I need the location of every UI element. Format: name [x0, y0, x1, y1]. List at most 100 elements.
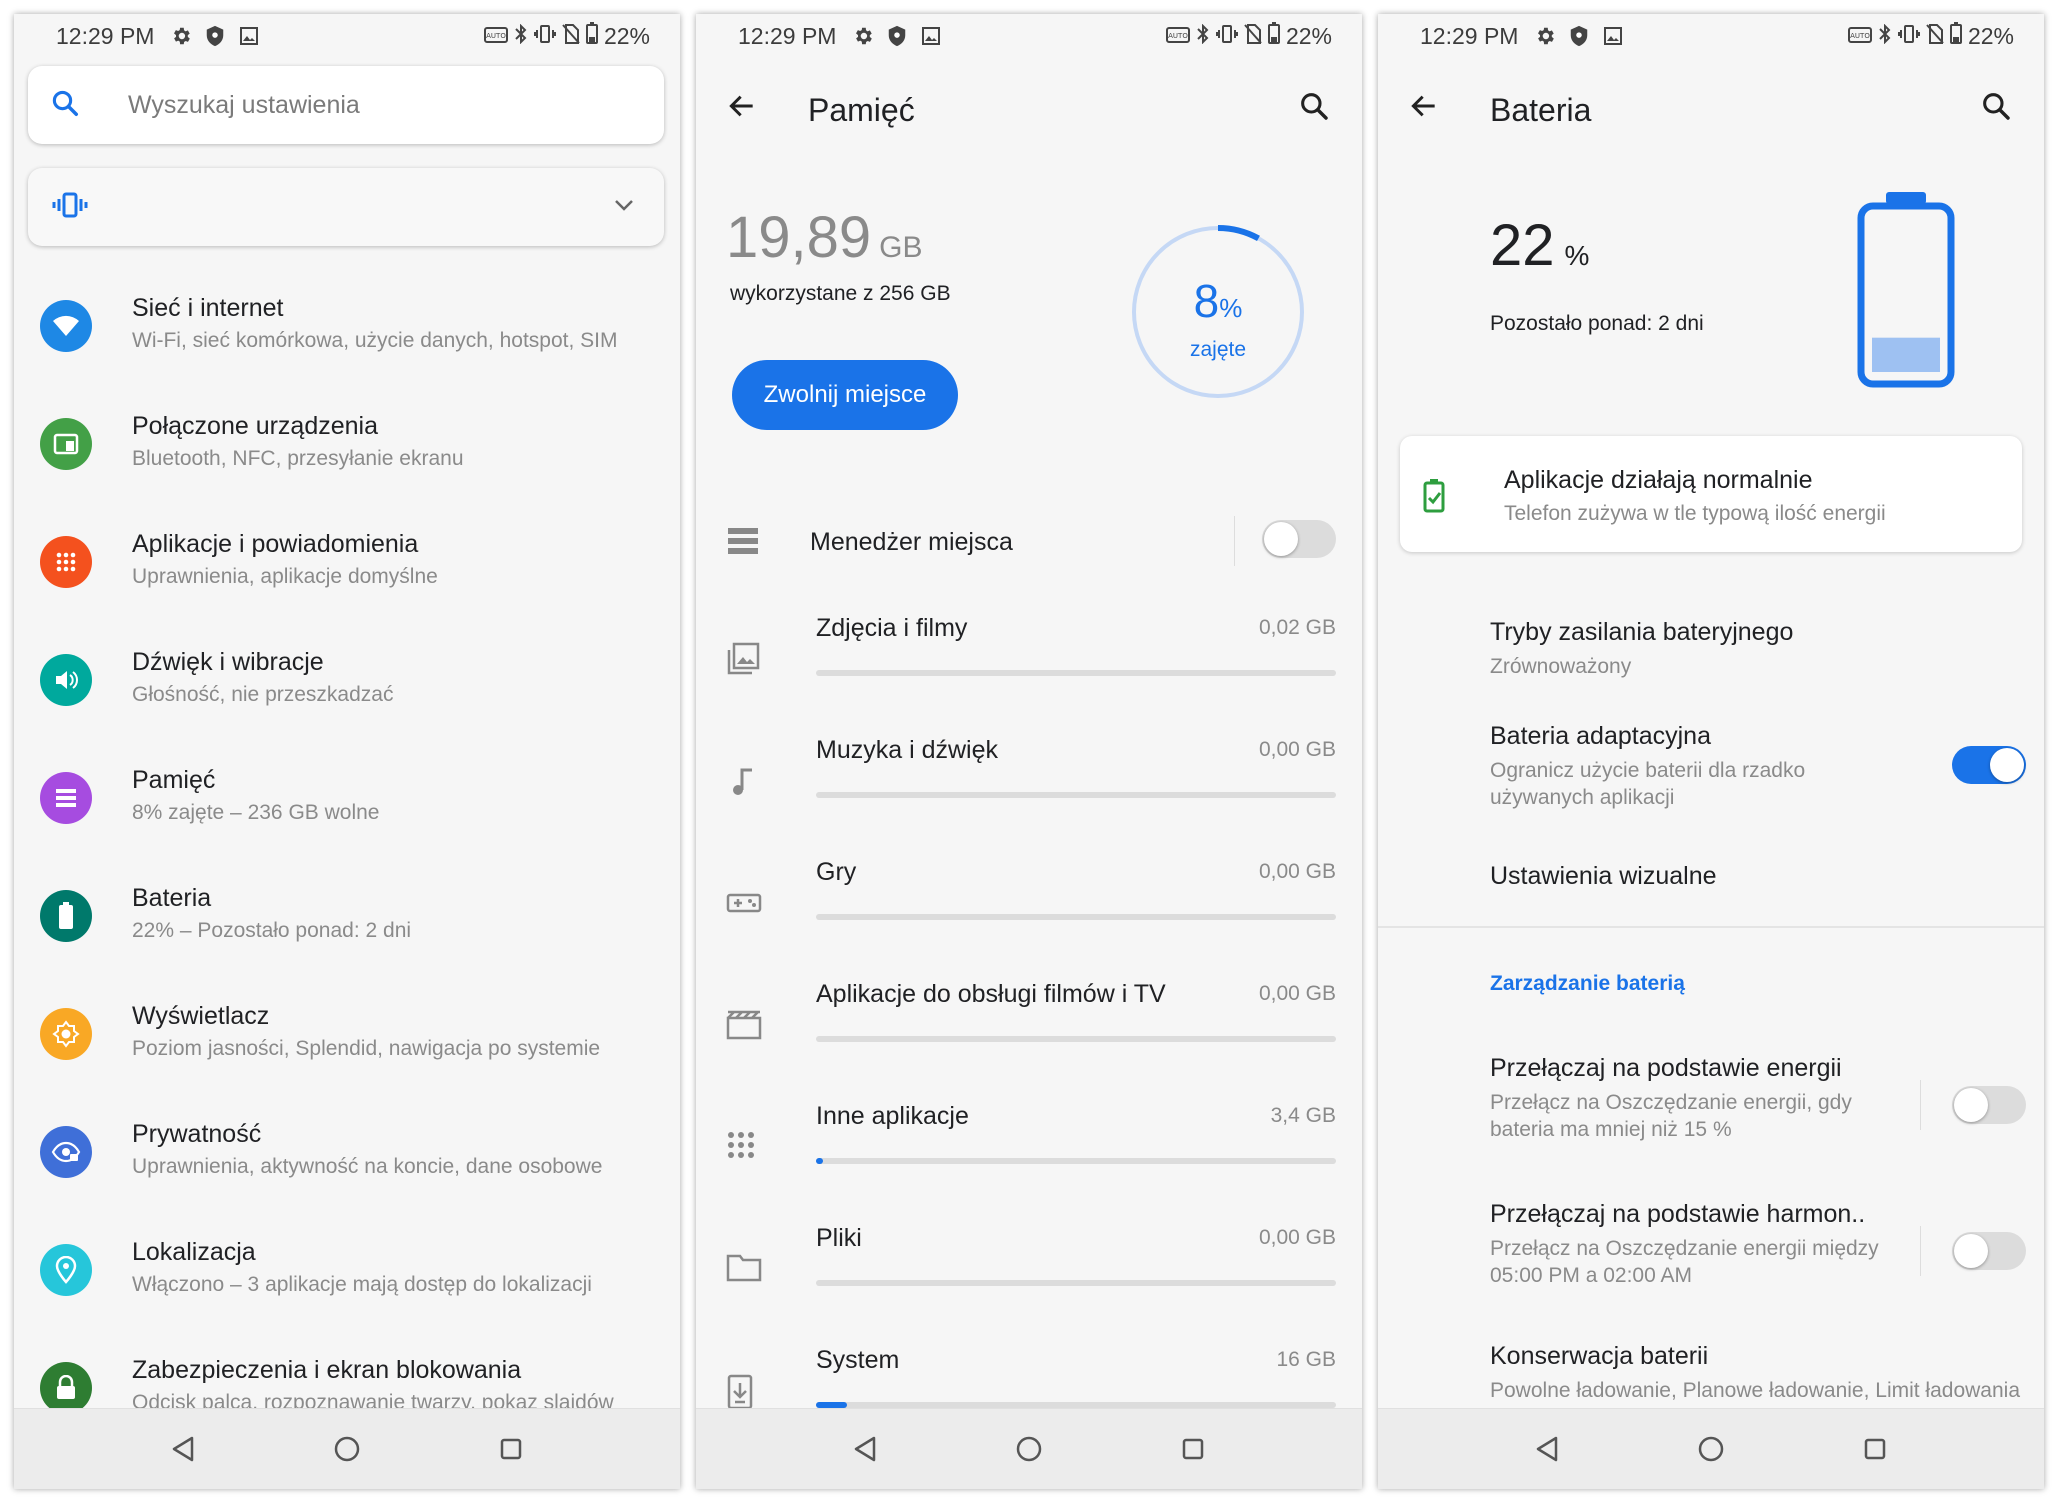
power-modes-item[interactable]: Tryby zasilania bateryjnego Zrównoważony [1490, 618, 2024, 680]
back-nav-icon[interactable] [165, 1431, 201, 1467]
storage-category-4[interactable]: Inne aplikacje 3,4 GB [696, 1090, 1362, 1210]
status-bar: 12:29 PM AUTO 22% [14, 14, 680, 58]
storage-category-bar [816, 914, 1336, 920]
usage-label: zajęte [1189, 338, 1247, 361]
auto-brightness-icon: AUTO [1847, 23, 1872, 50]
storage-category-value: 16 GB [1276, 1348, 1336, 1371]
settings-item-7[interactable]: Prywatność Uprawnienia, aktywność na konc… [14, 1112, 680, 1230]
storage-category-value: 0,00 GB [1258, 982, 1336, 1005]
storage-category-1[interactable]: Muzyka i dźwięk 0,00 GB [696, 724, 1362, 844]
shield-icon [202, 23, 228, 49]
adaptive-battery-subtitle: Ogranicz użycie baterii dla rzadko używa… [1490, 759, 1806, 809]
storage-category-label: System [816, 1346, 900, 1374]
switch-schedule-item[interactable]: Przełączaj na podstawie harmon.. Przełąc… [1490, 1200, 1914, 1289]
storage-category-label: Zdjęcia i filmy [816, 614, 968, 642]
switch-energy-item[interactable]: Przełączaj na podstawie energii Przełącz… [1490, 1054, 1914, 1143]
back-arrow-icon[interactable] [726, 90, 766, 130]
settings-search-bar[interactable]: Wyszukaj ustawienia [28, 66, 664, 144]
home-nav-icon[interactable] [329, 1431, 365, 1467]
storage-category-label: Pliki [816, 1224, 862, 1252]
settings-item-subtitle: 8% zajęte – 236 GB wolne [132, 801, 380, 824]
recents-nav-icon[interactable] [1857, 1431, 1893, 1467]
settings-item-0[interactable]: Sieć i internet Wi-Fi, sieć komórkowa, uż… [14, 286, 680, 404]
switch-schedule-toggle[interactable] [1952, 1232, 2026, 1270]
games-icon [726, 886, 762, 922]
storage-category-value: 0,00 GB [1258, 860, 1336, 883]
no-sim-icon [562, 23, 580, 50]
battery-status-title: Aplikacje działają normalnie [1504, 466, 1813, 494]
back-nav-icon[interactable] [847, 1431, 883, 1467]
settings-item-subtitle: Bluetooth, NFC, przesyłanie ekranu [132, 447, 464, 470]
status-time: 12:29 PM [56, 22, 155, 49]
settings-item-title: Zabezpieczenia i ekran blokowania [132, 1356, 522, 1384]
used-value: 19,89 [726, 205, 872, 270]
storage-category-5[interactable]: Pliki 0,00 GB [696, 1212, 1362, 1332]
storage-category-bar [816, 1280, 1336, 1286]
switch-energy-subtitle: Przełącz na Oszczędzanie energii, gdy ba… [1490, 1091, 1852, 1141]
settings-item-title: Lokalizacja [132, 1238, 256, 1266]
auto-brightness-icon: AUTO [1165, 23, 1190, 50]
storage-category-value: 0,00 GB [1258, 738, 1336, 761]
visual-settings-title: Ustawienia wizualne [1490, 862, 1717, 890]
settings-item-8[interactable]: Lokalizacja Włączono – 3 aplikacje mają d… [14, 1230, 680, 1348]
gear-icon [850, 23, 876, 49]
settings-item-subtitle: 22% – Pozostało ponad: 2 dni [132, 919, 412, 942]
gear-icon [1532, 23, 1558, 49]
settings-item-title: Sieć i internet [132, 294, 284, 322]
settings-item-title: Połączone urządzenia [132, 412, 378, 440]
search-icon[interactable] [1980, 90, 2020, 130]
recents-nav-icon[interactable] [1175, 1431, 1211, 1467]
storage-manager-toggle[interactable] [1262, 520, 1336, 558]
home-nav-icon[interactable] [1693, 1431, 1729, 1467]
settings-item-1[interactable]: Połączone urządzenia Bluetooth, NFC, prze… [14, 404, 680, 522]
adaptive-battery-item[interactable]: Bateria adaptacyjna Ogranicz użycie bate… [1490, 722, 1914, 811]
storage-category-2[interactable]: Gry 0,00 GB [696, 846, 1362, 966]
vibrate-mode-icon [52, 192, 88, 223]
photos-icon [726, 642, 762, 678]
battery-management-header: Zarządzanie baterią [1490, 972, 1685, 995]
settings-item-6[interactable]: Wyświetlacz Poziom jasności, Splendid, na… [14, 994, 680, 1112]
battery-conservation-item[interactable]: Konserwacja baterii Powolne ładowanie, P… [1490, 1342, 2024, 1404]
vibrate-icon [533, 23, 556, 50]
settings-item-4[interactable]: Pamięć 8% zajęte – 236 GB wolne [14, 758, 680, 876]
brightness-icon [40, 1008, 92, 1060]
settings-item-5[interactable]: Bateria 22% – Pozostało ponad: 2 dni [14, 876, 680, 994]
battery-large-icon [1857, 192, 1955, 388]
recents-nav-icon[interactable] [493, 1431, 529, 1467]
storage-category-label: Inne aplikacje [816, 1102, 969, 1130]
battery-conservation-title: Konserwacja baterii [1490, 1342, 1709, 1370]
navigation-bar [1378, 1408, 2044, 1489]
storage-category-label: Aplikacje do obsługi filmów i TV [816, 980, 1166, 1008]
search-icon[interactable] [1298, 90, 1338, 130]
chevron-down-icon[interactable] [614, 198, 634, 217]
free-space-button[interactable]: Zwolnij miejsce [732, 360, 958, 430]
back-nav-icon[interactable] [1529, 1431, 1565, 1467]
switch-energy-toggle[interactable] [1952, 1086, 2026, 1124]
sound-mode-selector[interactable] [28, 168, 664, 246]
adaptive-battery-title: Bateria adaptacyjna [1490, 722, 1711, 750]
back-arrow-icon[interactable] [1408, 90, 1448, 130]
storage-category-fill [816, 1158, 823, 1164]
storage-header: Pamięć [696, 66, 1362, 156]
storage-category-3[interactable]: Aplikacje do obsługi filmów i TV 0,00 GB [696, 968, 1362, 1088]
switch-energy-title: Przełączaj na podstawie energii [1490, 1054, 1842, 1082]
other-apps-icon [726, 1130, 762, 1166]
storage-category-bar [816, 1036, 1336, 1042]
visual-settings-item[interactable]: Ustawienia wizualne [1490, 862, 2024, 891]
adaptive-battery-toggle[interactable] [1952, 746, 2026, 784]
storage-list-icon [726, 526, 760, 561]
settings-list: Sieć i internet Wi-Fi, sieć komórkowa, uż… [14, 286, 680, 1466]
battery-status-card[interactable]: Aplikacje działają normalnie Telefon zuż… [1400, 436, 2022, 552]
toggle-knob [1264, 522, 1298, 556]
search-placeholder: Wyszukaj ustawienia [128, 90, 360, 119]
settings-item-2[interactable]: Aplikacje i powiadomienia Uprawnienia, ap… [14, 522, 680, 640]
usage-percent: 8% [1128, 274, 1308, 328]
settings-item-3[interactable]: Dźwięk i wibracje Głośność, nie przeszkad… [14, 640, 680, 758]
storage-manager-label: Menedżer miejsca [810, 528, 1013, 556]
storage-manager-row[interactable]: Menedżer miejsca [696, 508, 1362, 588]
home-nav-icon[interactable] [1011, 1431, 1047, 1467]
storage-screen: 12:29 PM AUTO 22% Pamięć 19,89 GB wykorzy… [696, 14, 1362, 1489]
storage-category-0[interactable]: Zdjęcia i filmy 0,02 GB [696, 602, 1362, 722]
storage-category-bar [816, 670, 1336, 676]
system-icon [726, 1374, 762, 1410]
